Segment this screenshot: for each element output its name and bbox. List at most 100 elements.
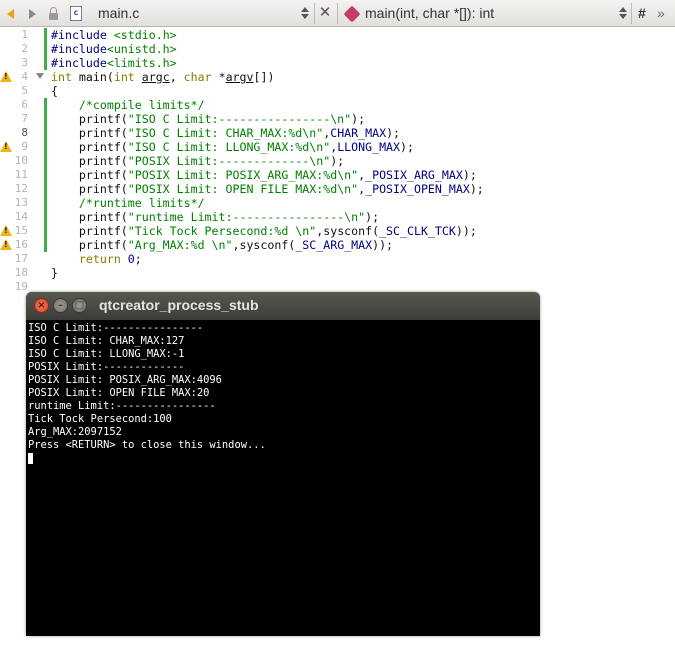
line-number: 14 bbox=[14, 210, 28, 223]
warning-icon[interactable] bbox=[0, 239, 12, 250]
code-text: printf("ISO C Limit: CHAR_MAX:%d\n",CHAR… bbox=[51, 126, 400, 140]
terminal-line: POSIX Limit:------------- bbox=[28, 361, 185, 373]
c-file-icon: c bbox=[70, 6, 82, 21]
back-button[interactable] bbox=[3, 5, 17, 22]
terminal-titlebar[interactable]: × – □ qtcreator_process_stub bbox=[26, 292, 540, 320]
code-token: 0 bbox=[127, 252, 135, 266]
line-number: 12 bbox=[14, 182, 28, 195]
change-marker bbox=[44, 238, 47, 252]
forward-button[interactable] bbox=[25, 5, 39, 22]
lock-icon bbox=[48, 6, 58, 20]
change-marker bbox=[44, 182, 47, 196]
code-text: return 0; bbox=[51, 252, 142, 266]
code-line[interactable]: 16 printf("Arg_MAX:%d \n",sysconf(_SC_AR… bbox=[0, 238, 675, 252]
code-token: <stdio.h> bbox=[113, 28, 177, 42]
change-marker bbox=[44, 112, 47, 126]
lock-button[interactable] bbox=[46, 5, 60, 22]
code-text: int main(int argc, char *argv[]) bbox=[51, 70, 274, 84]
code-token: ,sysconf( bbox=[232, 238, 296, 252]
window-minimize-button[interactable]: – bbox=[53, 298, 68, 313]
change-marker bbox=[44, 168, 47, 182]
warning-icon[interactable] bbox=[0, 71, 12, 82]
code-editor[interactable]: 1 #include <stdio.h> 2 #include<unistd.h> 3 #… bbox=[0, 27, 675, 293]
fold-arrow-icon[interactable] bbox=[36, 73, 44, 79]
code-token: <limits.h> bbox=[106, 56, 177, 70]
code-token: _POSIX_ARG_MAX bbox=[365, 168, 463, 182]
terminal-output[interactable]: ISO C Limit:---------------- ISO C Limit:… bbox=[28, 322, 266, 464]
code-line[interactable]: 15 printf("Tick Tock Persecond:%d \n",sy… bbox=[0, 224, 675, 238]
file-selector-label: main.c bbox=[98, 5, 140, 21]
window-maximize-button[interactable]: □ bbox=[72, 298, 87, 313]
code-token: #include bbox=[51, 42, 107, 56]
line-number: 7 bbox=[21, 112, 28, 125]
code-token: _POSIX_OPEN_MAX bbox=[365, 182, 470, 196]
code-token: int bbox=[113, 70, 135, 84]
terminal-line: Press <RETURN> to close this window... bbox=[28, 439, 266, 451]
line-number: 17 bbox=[14, 252, 28, 265]
code-line[interactable]: 1 #include <stdio.h> bbox=[0, 28, 675, 42]
code-text: printf("Arg_MAX:%d \n",sysconf(_SC_ARG_M… bbox=[51, 238, 393, 252]
code-token: "Arg_MAX:%d \n" bbox=[127, 238, 233, 252]
hash-button[interactable]: # bbox=[638, 5, 646, 21]
code-token: _SC_ARG_MAX bbox=[295, 238, 373, 252]
close-document-button[interactable]: ✕ bbox=[318, 3, 332, 22]
line-number: 16 bbox=[14, 238, 28, 251]
line-number: 15 bbox=[14, 224, 28, 237]
code-text: printf("POSIX Limit: POSIX_ARG_MAX:%d\n"… bbox=[51, 168, 477, 182]
warning-icon[interactable] bbox=[0, 141, 12, 152]
code-token: * bbox=[211, 70, 226, 84]
code-token: argc bbox=[141, 70, 170, 84]
code-line[interactable]: 3 #include<limits.h> bbox=[0, 56, 675, 70]
code-line[interactable]: 17 return 0; bbox=[0, 252, 675, 266]
code-token: []) bbox=[253, 70, 275, 84]
code-line[interactable]: 8 printf("ISO C Limit: CHAR_MAX:%d\n",CH… bbox=[0, 126, 675, 140]
terminal-window[interactable]: × – □ qtcreator_process_stub ISO C Limit… bbox=[26, 292, 540, 636]
line-number: 11 bbox=[14, 168, 28, 181]
code-token: "Tick Tock Persecond:%d \n" bbox=[127, 224, 317, 238]
code-line[interactable]: 14 printf("runtime Limit:---------------… bbox=[0, 210, 675, 224]
code-line[interactable]: 11 printf("POSIX Limit: POSIX_ARG_MAX:%d… bbox=[0, 168, 675, 182]
code-token: printf( bbox=[51, 154, 128, 168]
toolbar-divider bbox=[337, 3, 338, 24]
code-token: ); bbox=[351, 112, 366, 126]
line-number: 2 bbox=[21, 42, 28, 55]
terminal-line: ISO C Limit: CHAR_MAX:127 bbox=[28, 335, 185, 347]
line-number: 4 bbox=[21, 70, 28, 83]
code-token: ); bbox=[365, 210, 380, 224]
code-token: /*compile limits*/ bbox=[51, 98, 205, 112]
code-token: "POSIX Limit: OPEN FILE MAX:%d\n" bbox=[127, 182, 359, 196]
code-line[interactable]: 18} bbox=[0, 266, 675, 280]
code-line[interactable]: 13 /*runtime limits*/ bbox=[0, 196, 675, 210]
change-marker bbox=[44, 98, 47, 112]
code-line[interactable]: 6 /*compile limits*/ bbox=[0, 98, 675, 112]
code-token: ); bbox=[462, 168, 477, 182]
code-text: printf("ISO C Limit: LLONG_MAX:%d\n",LLO… bbox=[51, 140, 414, 154]
code-token: int bbox=[51, 70, 72, 84]
code-line[interactable]: 2 #include<unistd.h> bbox=[0, 42, 675, 56]
code-text: /*compile limits*/ bbox=[51, 98, 205, 112]
window-close-button[interactable]: × bbox=[34, 298, 49, 313]
code-token: ); bbox=[469, 182, 484, 196]
change-marker bbox=[44, 140, 47, 154]
line-number: 9 bbox=[21, 140, 28, 153]
code-line[interactable]: 7 printf("ISO C Limit:----------------\n… bbox=[0, 112, 675, 126]
code-line[interactable]: 4 int main(int argc, char *argv[]) bbox=[0, 70, 675, 84]
code-line[interactable]: 5{ bbox=[0, 84, 675, 98]
change-marker bbox=[44, 196, 47, 210]
overflow-chevron-icon[interactable]: » bbox=[657, 5, 665, 21]
code-token: "runtime Limit:----------------\n" bbox=[127, 210, 366, 224]
code-text: printf("POSIX Limit:-------------\n"); bbox=[51, 154, 344, 168]
code-token: <unistd.h> bbox=[106, 42, 177, 56]
code-text: printf("Tick Tock Persecond:%d \n",sysco… bbox=[51, 224, 477, 238]
warning-icon[interactable] bbox=[0, 225, 12, 236]
line-number: 13 bbox=[14, 196, 28, 209]
code-token: } bbox=[51, 266, 58, 280]
code-token: printf( bbox=[51, 182, 128, 196]
code-line[interactable]: 9 printf("ISO C Limit: LLONG_MAX:%d\n",L… bbox=[0, 140, 675, 154]
symbol-icon-wrap bbox=[343, 5, 361, 22]
code-token: ; bbox=[134, 252, 142, 266]
code-line[interactable]: 10 printf("POSIX Limit:-------------\n")… bbox=[0, 154, 675, 168]
terminal-line: Tick Tock Persecond:100 bbox=[28, 413, 172, 425]
code-line[interactable]: 12 printf("POSIX Limit: OPEN FILE MAX:%d… bbox=[0, 182, 675, 196]
